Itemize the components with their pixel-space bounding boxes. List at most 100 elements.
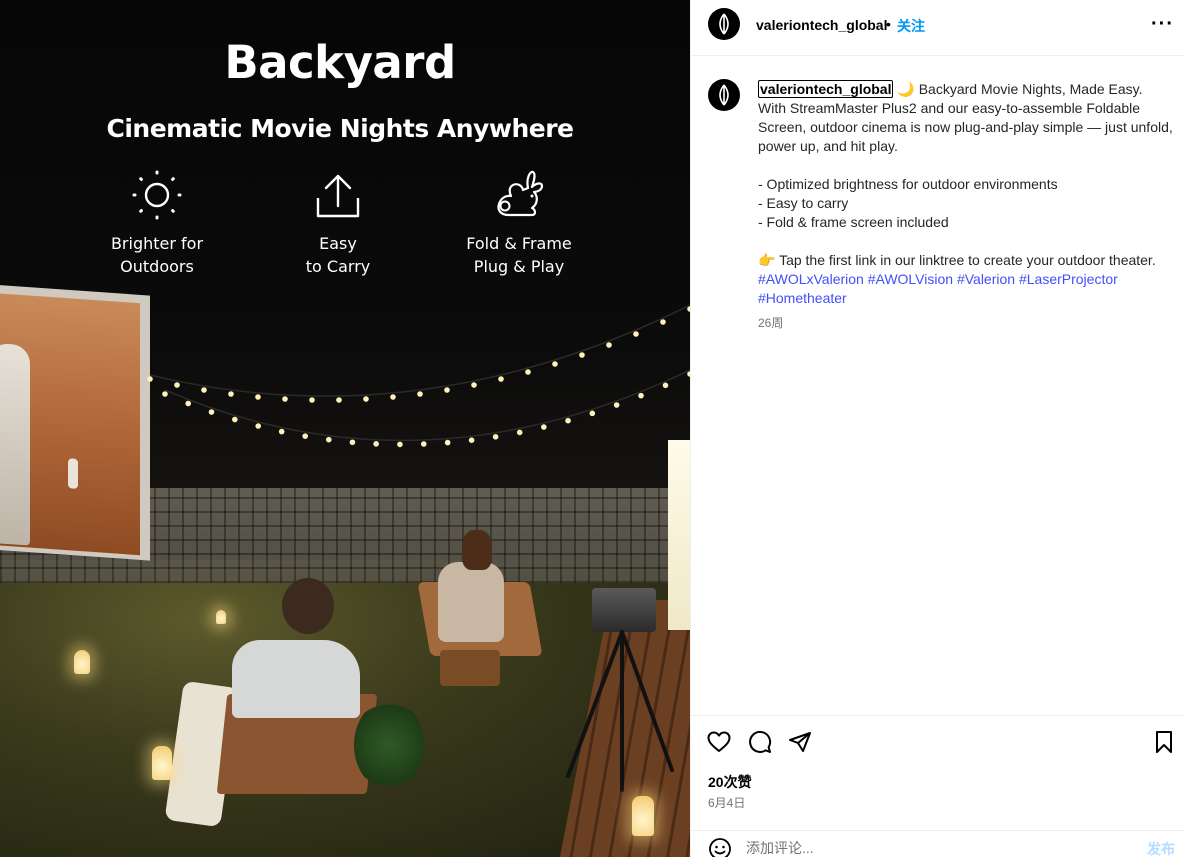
light-bulb <box>309 397 315 403</box>
feature-line2: to Carry <box>305 257 371 276</box>
light-bulb <box>541 424 547 430</box>
light-bulb <box>638 392 644 399</box>
light-bulb <box>444 387 450 393</box>
light-bulb <box>579 352 585 358</box>
picnic-basket <box>440 650 500 686</box>
bookmark-icon[interactable] <box>1153 730 1175 754</box>
light-bulb <box>444 439 451 446</box>
lantern-light <box>152 746 172 780</box>
potted-plant <box>354 700 424 790</box>
media-subheadline: Cinematic Movie Nights Anywhere <box>106 114 574 143</box>
sun-icon <box>132 170 182 220</box>
caption-line: 🌙 Backyard Movie Nights, Made Easy. <box>897 81 1143 97</box>
avatar[interactable] <box>708 8 740 40</box>
light-bulb <box>201 387 207 393</box>
light-bulb <box>228 391 234 397</box>
light-bulb <box>525 369 531 375</box>
light-bulb <box>278 428 285 435</box>
lantern-light <box>74 650 90 674</box>
post-comment-button[interactable]: 发布 <box>1147 839 1175 857</box>
light-bulb <box>162 391 168 397</box>
post-header: valeriontech_global • 关注 ··· <box>691 0 1185 56</box>
hashtag-link[interactable]: #LaserProjector <box>1019 271 1118 287</box>
light-bulb <box>185 400 192 407</box>
light-bulb <box>373 441 379 447</box>
light-bulb <box>255 394 261 400</box>
light-bulb <box>662 382 669 389</box>
light-bulb <box>589 410 596 417</box>
comment-input[interactable] <box>746 837 1126 857</box>
feature-line1: Fold & Frame <box>466 234 572 253</box>
caption-line: With StreamMaster Plus2 and our easy-to-… <box>758 100 1141 116</box>
lantern-light <box>632 796 654 836</box>
light-bulb <box>660 319 666 325</box>
caption-line: - Fold & frame screen included <box>758 214 949 230</box>
light-bulb <box>397 441 403 448</box>
hashtag-link[interactable]: #Valerion <box>957 271 1015 287</box>
upload-icon <box>316 174 360 218</box>
avatar[interactable] <box>708 79 740 111</box>
share-icon[interactable] <box>788 730 812 754</box>
feature-portability: Easy to Carry <box>263 172 413 278</box>
light-bulb <box>282 396 288 402</box>
post-media-image[interactable]: Backyard Cinematic Movie Nights Anywhere… <box>0 0 690 857</box>
comment-bar: 发布 <box>691 830 1185 857</box>
light-bulb <box>471 382 477 388</box>
feature-line2: Plug & Play <box>473 257 565 276</box>
light-bulb <box>552 361 558 367</box>
light-bulb <box>420 441 427 447</box>
light-bulb <box>492 434 499 440</box>
post-caption: valeriontech_global 🌙 Backyard Movie Nig… <box>758 80 1183 308</box>
light-bulb <box>232 416 238 423</box>
feature-brightness: Brighter for Outdoors <box>82 168 232 278</box>
woman-seated <box>438 562 504 642</box>
light-bulb <box>336 397 342 403</box>
header-username[interactable]: valeriontech_global <box>756 17 887 33</box>
hashtag-link[interactable]: #AWOLVision <box>868 271 953 287</box>
hashtag-link[interactable]: #AWOLxValerion <box>758 271 864 287</box>
caption-age: 26周 <box>758 316 784 330</box>
feature-fold-frame: Fold & Frame Plug & Play <box>444 168 594 278</box>
man-head <box>282 578 334 634</box>
caption-line: - Easy to carry <box>758 195 849 211</box>
media-headline: Backyard <box>224 36 456 89</box>
valerion-logo-icon <box>719 84 729 106</box>
heart-icon[interactable] <box>707 730 731 754</box>
feature-line2: Outdoors <box>120 257 194 276</box>
post-date[interactable]: 6月4日 <box>708 794 745 811</box>
feature-line1: Easy <box>319 234 357 253</box>
caption-line: 👉 Tap the first link in our linktree to … <box>758 252 1156 268</box>
comment-icon[interactable] <box>748 730 772 754</box>
woman-head <box>462 530 492 570</box>
emoji-icon[interactable] <box>708 837 732 857</box>
post-actions: 20次赞 6月4日 发布 <box>691 715 1185 857</box>
light-bulb <box>468 437 475 443</box>
light-bulb <box>363 396 369 402</box>
header-separator: • <box>886 16 891 32</box>
light-bulb <box>516 429 523 436</box>
projector-tripod <box>566 630 674 792</box>
light-bulb <box>174 382 180 388</box>
more-options-icon[interactable]: ··· <box>1151 13 1174 36</box>
feature-line1: Brighter for <box>110 234 204 253</box>
light-bulb <box>208 409 215 415</box>
caption-line: power up, and hit play. <box>758 138 898 154</box>
light-bulb <box>417 391 423 397</box>
caption-line: - Optimized brightness for outdoor envir… <box>758 176 1058 192</box>
caption-username[interactable]: valeriontech_global <box>758 80 894 98</box>
light-bulb <box>498 376 504 382</box>
light-bulb <box>349 439 356 446</box>
light-bulb <box>255 423 262 429</box>
rabbit-icon <box>497 170 544 217</box>
light-bulb <box>613 402 620 408</box>
light-bulb <box>565 417 571 424</box>
light-bulb <box>302 433 309 439</box>
follow-button[interactable]: 关注 <box>897 16 925 36</box>
light-bulb <box>606 342 612 348</box>
like-count[interactable]: 20次赞 <box>708 772 752 792</box>
light-bulb <box>147 376 153 382</box>
hashtag-link[interactable]: #Hometheater <box>758 290 847 306</box>
post-detail-panel: valeriontech_global • 关注 ··· valeriontec… <box>690 0 1185 857</box>
